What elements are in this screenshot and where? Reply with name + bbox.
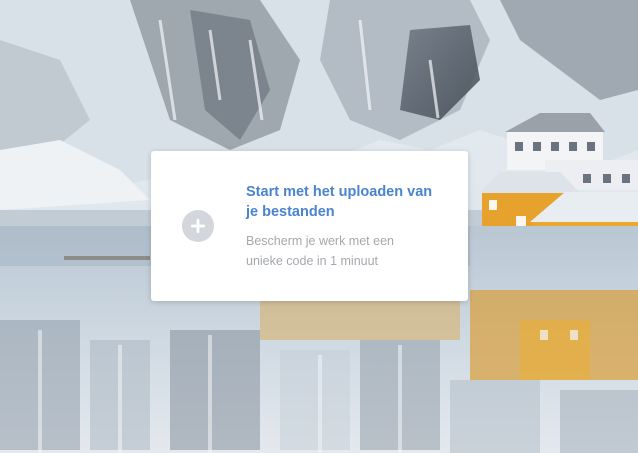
app-root: Start met het uploaden van je bestanden …	[0, 0, 638, 453]
add-file-button[interactable]	[182, 210, 214, 242]
plus-icon	[191, 219, 205, 233]
upload-subtitle: Bescherm je werk met een unieke code in …	[246, 234, 394, 268]
upload-title-link[interactable]: Start met het uploaden van je bestanden	[246, 182, 446, 222]
upload-card: Start met het uploaden van je bestanden …	[151, 151, 468, 301]
